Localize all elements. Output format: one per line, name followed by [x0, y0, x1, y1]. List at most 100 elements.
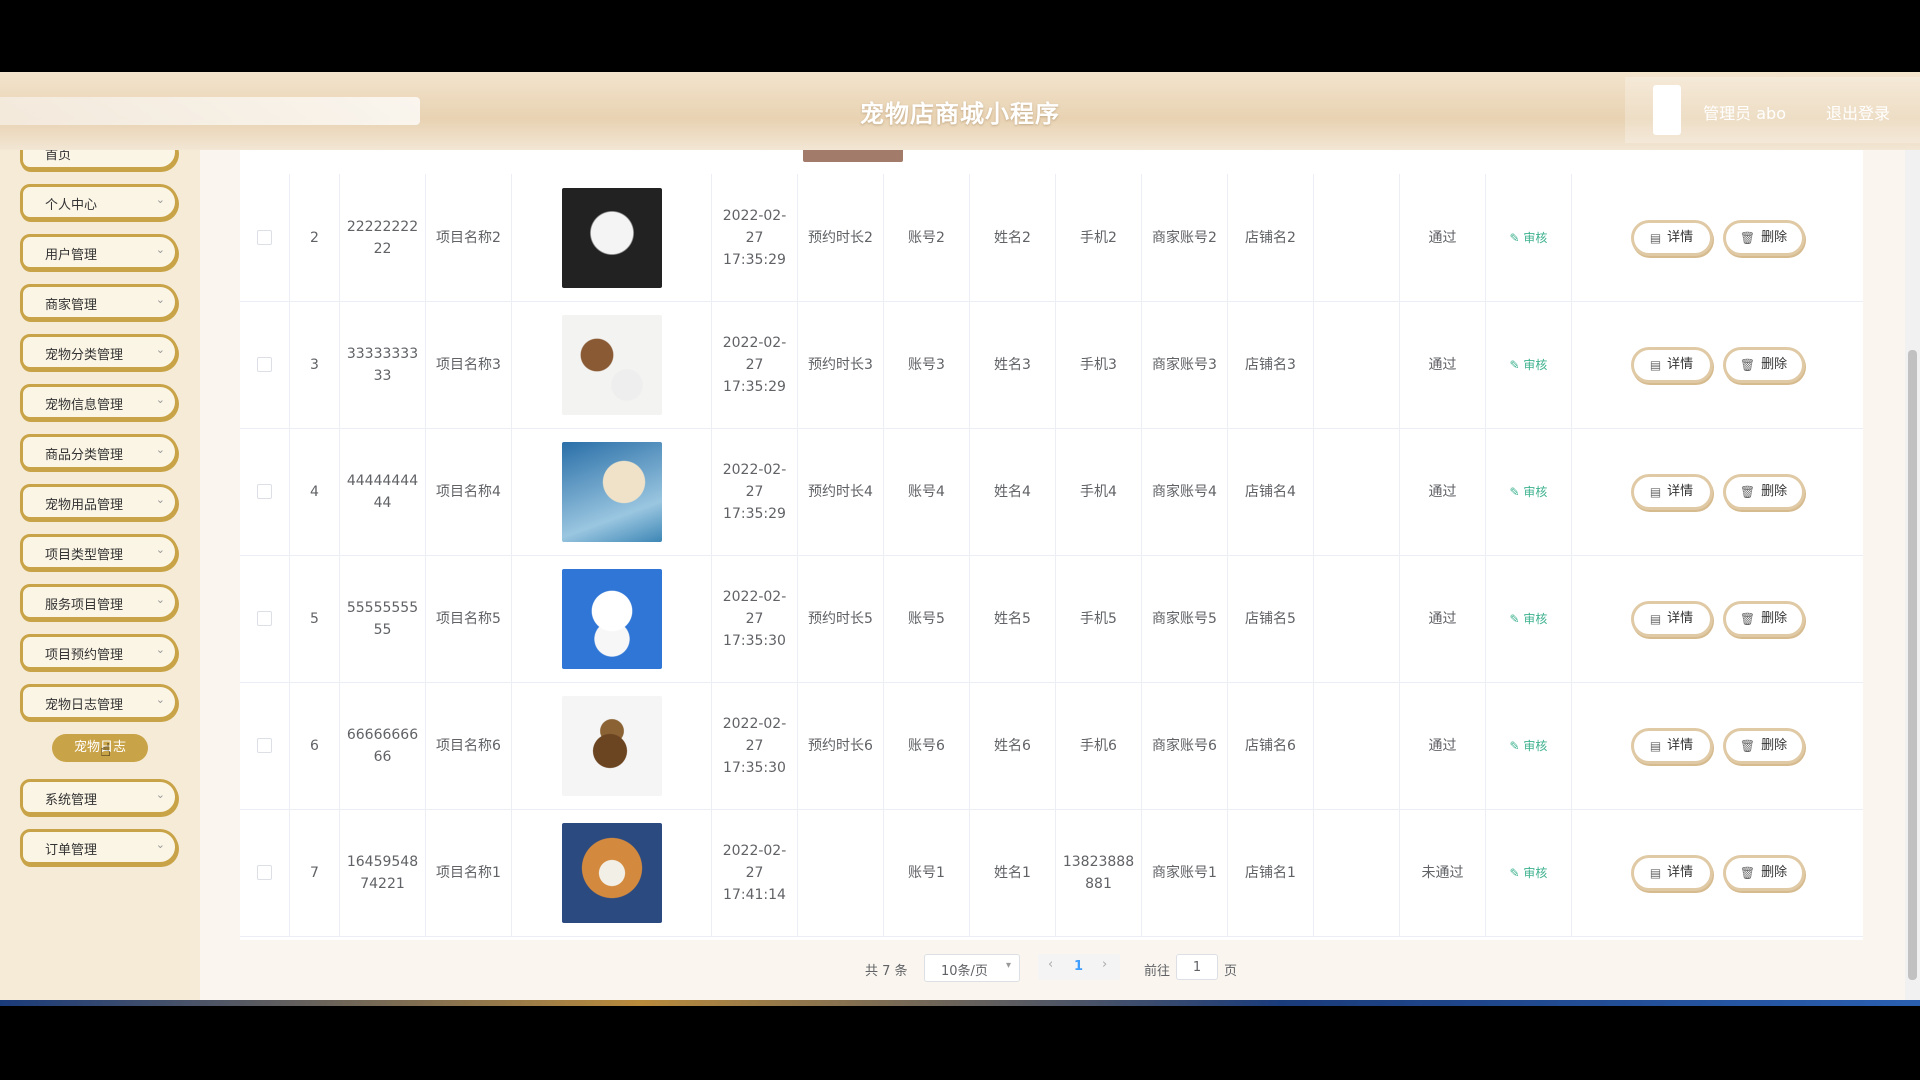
audit-link[interactable]: ✎ 审核 [1510, 608, 1548, 630]
page-scrollbar[interactable] [1905, 150, 1920, 1006]
merchant-account: 商家账号4 [1142, 428, 1228, 555]
user-phone: 手机2 [1056, 174, 1142, 301]
row-checkbox[interactable] [257, 484, 272, 499]
user-phone: 手机6 [1056, 682, 1142, 809]
sidebar-item-pet-category[interactable]: 宠物分类管理 ⌄ [20, 334, 178, 370]
detail-label: 详情 [1667, 483, 1694, 499]
row-checkbox[interactable] [257, 357, 272, 372]
partial-thumbnail [803, 150, 903, 162]
delete-button[interactable]: 🗑 删除 [1722, 219, 1805, 256]
sidebar-item-orders[interactable]: 订单管理 ⌄ [20, 829, 178, 865]
logout-link[interactable]: 退出登录 [1826, 100, 1890, 124]
sidebar-item-label: 项目预约管理 [45, 648, 124, 663]
chevron-down-icon: ⌄ [155, 543, 165, 556]
delete-label: 删除 [1761, 864, 1788, 880]
delete-button[interactable]: 🗑 删除 [1722, 727, 1805, 764]
order-number: 1645954874221 [340, 809, 426, 936]
audit-status: 通过 [1400, 682, 1486, 809]
audit-cell: ✎ 审核 [1486, 682, 1572, 809]
document-icon: ▤ [1649, 230, 1662, 245]
audit-link[interactable]: ✎ 审核 [1510, 481, 1548, 503]
chevron-down-icon: ⌄ [155, 643, 165, 656]
user-account: 账号5 [884, 555, 970, 682]
sidebar-item-system[interactable]: 系统管理 ⌄ [20, 779, 178, 815]
operations-cell: ▤ 详情 🗑 删除 [1572, 428, 1863, 555]
audit-label: 审核 [1523, 738, 1548, 753]
audit-label: 审核 [1523, 611, 1548, 626]
operations-cell: ▤ 详情 🗑 删除 [1572, 301, 1863, 428]
page-size-select[interactable]: 10条/页 ▾ [924, 954, 1020, 982]
sidebar-item-service-project[interactable]: 服务项目管理 ⌄ [20, 584, 178, 620]
row-checkbox[interactable] [257, 611, 272, 626]
chevron-down-icon: ⌄ [155, 693, 165, 706]
sidebar-item-label: 商家管理 [45, 298, 98, 313]
edit-icon: ✎ [1509, 484, 1524, 499]
delete-button[interactable]: 🗑 删除 [1722, 600, 1805, 637]
detail-label: 详情 [1667, 229, 1694, 245]
sidebar-item-pet-info[interactable]: 宠物信息管理 ⌄ [20, 384, 178, 420]
sidebar-item-project-booking[interactable]: 项目预约管理 ⌄ [20, 634, 178, 670]
goto-page-input[interactable] [1176, 954, 1218, 980]
operations-cell: ▤ 详情 🗑 删除 [1572, 555, 1863, 682]
detail-button[interactable]: ▤ 详情 [1630, 600, 1713, 637]
detail-button[interactable]: ▤ 详情 [1630, 219, 1713, 256]
sidebar-item-label: 订单管理 [45, 843, 98, 858]
sidebar-item-pet-log[interactable]: 宠物日志管理 ⌄ [20, 684, 178, 720]
user-name: 姓名5 [970, 555, 1056, 682]
prev-page-icon[interactable]: ‹ [1048, 957, 1053, 972]
table-row: 6 6666666666 项目名称6 2022-02-27 17:35:30 预约时长6… [240, 682, 1863, 810]
sidebar-item-home[interactable]: 首页 [20, 150, 178, 170]
delete-button[interactable]: 🗑 删除 [1722, 346, 1805, 383]
current-page-number[interactable]: 1 [1074, 959, 1083, 974]
detail-button[interactable]: ▤ 详情 [1630, 854, 1713, 891]
detail-button[interactable]: ▤ 详情 [1630, 346, 1713, 383]
trash-icon: 🗑 [1739, 738, 1756, 753]
sidebar-item-users[interactable]: 用户管理 ⌄ [20, 234, 178, 270]
order-number: 2222222222 [340, 174, 426, 301]
audit-link[interactable]: ✎ 审核 [1510, 735, 1548, 757]
sidebar-item-merchants[interactable]: 商家管理 ⌄ [20, 284, 178, 320]
merchant-account: 商家账号6 [1142, 682, 1228, 809]
booking-duration: 预约时长2 [798, 174, 884, 301]
row-checkbox[interactable] [257, 738, 272, 753]
chevron-down-icon: ⌄ [155, 838, 165, 851]
booking-duration [798, 809, 884, 936]
letterbox-bottom [0, 1006, 1920, 1080]
delete-button[interactable]: 🗑 删除 [1722, 473, 1805, 510]
row-index: 4 [290, 428, 340, 555]
project-name: 项目名称5 [426, 555, 512, 682]
operations-cell: ▤ 详情 🗑 删除 [1572, 809, 1863, 936]
sidebar-item-project-type[interactable]: 项目类型管理 ⌄ [20, 534, 178, 570]
audit-link[interactable]: ✎ 审核 [1510, 862, 1548, 884]
yorkie-photo [561, 695, 662, 796]
sidebar-item-goods-category[interactable]: 商品分类管理 ⌄ [20, 434, 178, 470]
audit-link[interactable]: ✎ 审核 [1510, 227, 1548, 249]
shiba-photo [561, 822, 662, 923]
sidebar-item-label: 宠物用品管理 [45, 498, 124, 513]
detail-button[interactable]: ▤ 详情 [1630, 473, 1713, 510]
row-checkbox[interactable] [257, 865, 272, 880]
bichon-blue-photo [561, 568, 662, 669]
audit-status: 通过 [1400, 555, 1486, 682]
detail-button[interactable]: ▤ 详情 [1630, 727, 1713, 764]
audit-link[interactable]: ✎ 审核 [1510, 354, 1548, 376]
empty-cell [1314, 428, 1400, 555]
operations-cell: ▤ 详情 🗑 删除 [1572, 682, 1863, 809]
project-image-cell [512, 555, 712, 682]
delete-button[interactable]: 🗑 删除 [1722, 854, 1805, 891]
scrollbar-thumb[interactable] [1908, 350, 1917, 980]
chevron-down-icon: ⌄ [155, 243, 165, 256]
table-row: 2 2222222222 项目名称2 2022-02-27 17:35:29 预约时长2… [240, 174, 1863, 302]
edit-icon: ✎ [1509, 230, 1524, 245]
trash-icon: 🗑 [1739, 230, 1756, 245]
sidebar: 首页 个人中心 ⌄ 用户管理 ⌄ 商家管理 ⌄ 宠物分类管理 ⌄ 宠物信息管理 ⌄ 商品分类管理 ⌄ 宠物… [0, 150, 200, 1006]
row-checkbox[interactable] [257, 230, 272, 245]
sidebar-item-pet-supplies[interactable]: 宠物用品管理 ⌄ [20, 484, 178, 520]
next-page-icon[interactable]: › [1102, 957, 1107, 972]
sidebar-item-profile[interactable]: 个人中心 ⌄ [20, 184, 178, 220]
edit-icon: ✎ [1509, 865, 1524, 880]
trash-icon: 🗑 [1739, 357, 1756, 372]
sidebar-item-label: 项目类型管理 [45, 548, 124, 563]
project-image-cell [512, 174, 712, 301]
order-number: 3333333333 [340, 301, 426, 428]
